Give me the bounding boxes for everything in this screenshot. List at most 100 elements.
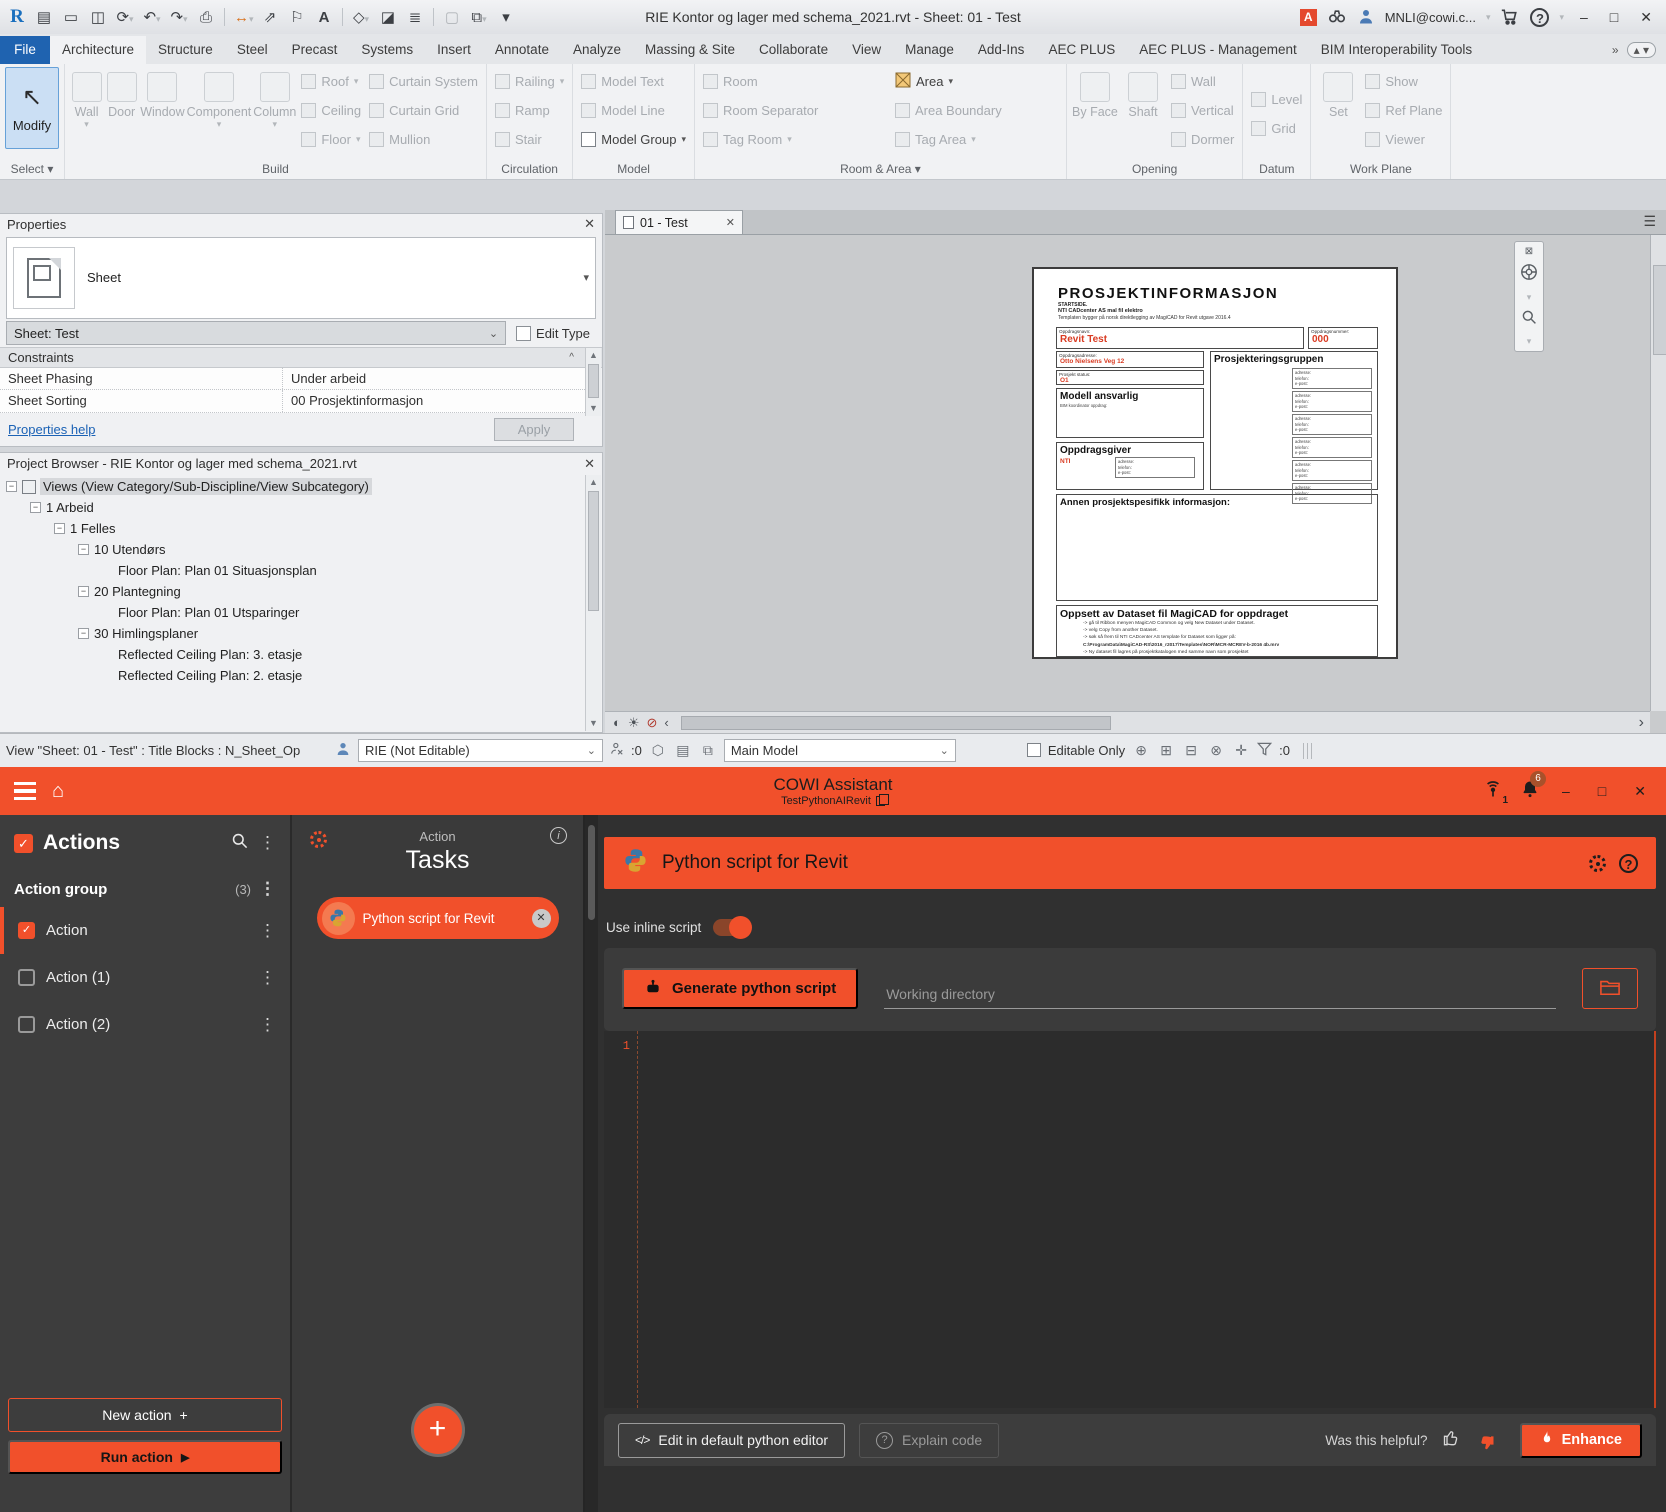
tree-label[interactable]: Reflected Ceiling Plan: 2. etasje xyxy=(118,668,302,683)
chevron-down-icon[interactable]: ▾ xyxy=(1486,12,1491,23)
options-list-icon[interactable]: ▤ xyxy=(674,742,692,759)
store-cart-icon[interactable] xyxy=(1500,7,1520,28)
tab-aec-plus-management[interactable]: AEC PLUS - Management xyxy=(1127,36,1309,64)
chevron-down-icon[interactable]: ▾ xyxy=(1527,292,1532,303)
action-group-row[interactable]: Action group (3) ⋮ xyxy=(0,865,290,907)
model-line-button[interactable]: Model Line xyxy=(578,96,689,125)
aligned-dimension-icon[interactable]: ⇗ xyxy=(261,8,279,26)
stair-button[interactable]: Stair xyxy=(492,125,567,154)
tree-label[interactable]: 1 Felles xyxy=(70,521,116,536)
property-row[interactable]: Sheet Sorting 00 Prosjektinformasjon xyxy=(0,390,585,413)
tree-label[interactable]: Floor Plan: Plan 01 Utsparinger xyxy=(118,605,299,620)
minimize-button[interactable]: – xyxy=(1574,9,1594,25)
tree-node[interactable]: − 1 Arbeid xyxy=(0,497,602,518)
redo-icon[interactable]: ↷▾ xyxy=(170,8,188,26)
new-action-button[interactable]: New action+ xyxy=(8,1398,282,1432)
close-navbar-icon[interactable]: ⊠ xyxy=(1525,246,1533,257)
account-menu[interactable]: MNLI@cowi.c... xyxy=(1385,10,1476,25)
sheet-titleblock[interactable]: PROSJEKTINFORMASJON STARTSIDE. NTI CADce… xyxy=(1032,267,1398,659)
actions-checkbox[interactable]: ✓ xyxy=(14,834,33,853)
tag-area-button[interactable]: Tag Area▾ xyxy=(892,125,1005,154)
collapse-toggle-icon[interactable]: − xyxy=(78,586,89,597)
properties-scrollbar[interactable]: ▲ ▼ xyxy=(585,348,601,416)
sidebar-item-action-1[interactable]: Action (1) ⋮ xyxy=(0,954,290,1001)
room-separator-button[interactable]: Room Separator xyxy=(700,96,890,125)
tab-analyze[interactable]: Analyze xyxy=(561,36,633,64)
chevron-down-icon[interactable]: ▾ xyxy=(1559,12,1564,23)
item-checkbox[interactable] xyxy=(18,1016,35,1033)
link-icon[interactable]: ⧉ xyxy=(699,742,717,759)
gear-icon[interactable] xyxy=(1589,855,1606,872)
browse-folder-button[interactable] xyxy=(1582,968,1638,1009)
model-group-button[interactable]: Model Group▾ xyxy=(578,125,689,154)
print-icon[interactable]: ⎙ xyxy=(197,9,215,26)
by-face-button[interactable]: By Face xyxy=(1072,67,1118,120)
open-file-icon[interactable]: ▭ xyxy=(62,8,80,26)
code-area[interactable] xyxy=(638,1031,1654,1408)
level-button[interactable]: Level xyxy=(1248,85,1305,114)
steering-wheel-icon[interactable] xyxy=(1520,263,1538,286)
collapse-toggle-icon[interactable]: − xyxy=(6,481,17,492)
view-list-icon[interactable]: ☰ xyxy=(1633,213,1666,234)
editable-only-checkbox[interactable] xyxy=(1027,743,1041,758)
copy-icon[interactable] xyxy=(876,796,885,806)
item-checkbox[interactable] xyxy=(18,969,35,986)
shaft-button[interactable]: Shaft xyxy=(1120,67,1166,120)
thumbs-up-icon[interactable] xyxy=(1442,1428,1462,1453)
horizontal-scroll-thumb[interactable] xyxy=(681,716,1111,730)
scroll-up-icon[interactable]: ▲ xyxy=(586,475,601,490)
tab-annotate[interactable]: Annotate xyxy=(483,36,561,64)
more-tabs-icon[interactable]: » xyxy=(1612,43,1619,57)
close-button[interactable]: ✕ xyxy=(1634,9,1658,26)
door-button[interactable]: Door xyxy=(105,67,138,120)
filter-icon[interactable] xyxy=(1257,742,1272,759)
show-button[interactable]: Show xyxy=(1362,67,1445,96)
tab-manage[interactable]: Manage xyxy=(893,36,966,64)
tab-architecture[interactable]: Architecture xyxy=(50,36,146,64)
chevron-down-icon[interactable]: ▾ xyxy=(1527,336,1532,347)
close-icon[interactable]: ✕ xyxy=(584,216,595,232)
info-icon[interactable]: i xyxy=(550,827,567,844)
kebab-menu-icon[interactable]: ⋮ xyxy=(259,968,276,988)
tab-collaborate[interactable]: Collaborate xyxy=(747,36,840,64)
item-checkbox[interactable]: ✓ xyxy=(18,922,35,939)
editing-requests-icon[interactable] xyxy=(610,741,624,760)
area-boundary-button[interactable]: Area Boundary xyxy=(892,96,1005,125)
restore-button[interactable]: □ xyxy=(1592,783,1612,799)
property-value[interactable]: Under arbeid xyxy=(283,368,585,390)
thin-lines-icon[interactable]: ≣ xyxy=(406,8,424,26)
tab-insert[interactable]: Insert xyxy=(425,36,483,64)
connection-signal-icon[interactable]: 1 xyxy=(1482,779,1504,804)
grid-button[interactable]: Grid xyxy=(1248,114,1305,143)
vertical-opening-button[interactable]: Vertical xyxy=(1168,96,1237,125)
curtain-system-button[interactable]: Curtain System xyxy=(366,67,481,96)
modify-button[interactable]: ↖ Modify xyxy=(5,67,59,149)
ceiling-button[interactable]: Ceiling xyxy=(298,96,364,125)
collapse-toggle-icon[interactable]: − xyxy=(78,628,89,639)
drag-elements-icon[interactable]: ✛ xyxy=(1232,742,1250,759)
minimize-button[interactable]: – xyxy=(1556,783,1576,799)
select-links-icon[interactable]: ⊕ xyxy=(1132,742,1150,759)
working-directory-input[interactable] xyxy=(884,980,1556,1009)
viewer-button[interactable]: Viewer xyxy=(1362,125,1445,154)
tree-node[interactable]: − 1 Felles xyxy=(0,518,602,539)
revit-logo-icon[interactable]: R xyxy=(8,6,26,28)
tab-file[interactable]: File xyxy=(0,36,50,64)
explain-code-button[interactable]: ? Explain code xyxy=(859,1423,999,1458)
measure-icon[interactable]: ↔▾ xyxy=(234,9,252,26)
panel-scrollbar[interactable] xyxy=(585,815,598,1512)
tree-node[interactable]: Floor Plan: Plan 01 Utsparinger xyxy=(0,602,602,623)
autodesk-a-icon[interactable]: A xyxy=(1300,9,1317,26)
model-text-button[interactable]: Model Text xyxy=(578,67,689,96)
floor-button[interactable]: Floor▾ xyxy=(298,125,364,154)
select-underlay-icon[interactable]: ⊞ xyxy=(1157,742,1175,759)
enhance-button[interactable]: Enhance xyxy=(1520,1423,1642,1458)
inline-script-toggle[interactable] xyxy=(713,919,751,936)
tab-view[interactable]: View xyxy=(840,36,893,64)
scroll-down-icon[interactable]: ▼ xyxy=(586,716,601,731)
worksets-icon[interactable] xyxy=(335,741,351,760)
tab-precast[interactable]: Precast xyxy=(280,36,350,64)
task-pill-python-script[interactable]: Python script for Revit ✕ xyxy=(317,897,559,939)
remove-task-icon[interactable]: ✕ xyxy=(532,909,551,928)
chevron-down-icon[interactable]: ▾ xyxy=(583,271,589,284)
